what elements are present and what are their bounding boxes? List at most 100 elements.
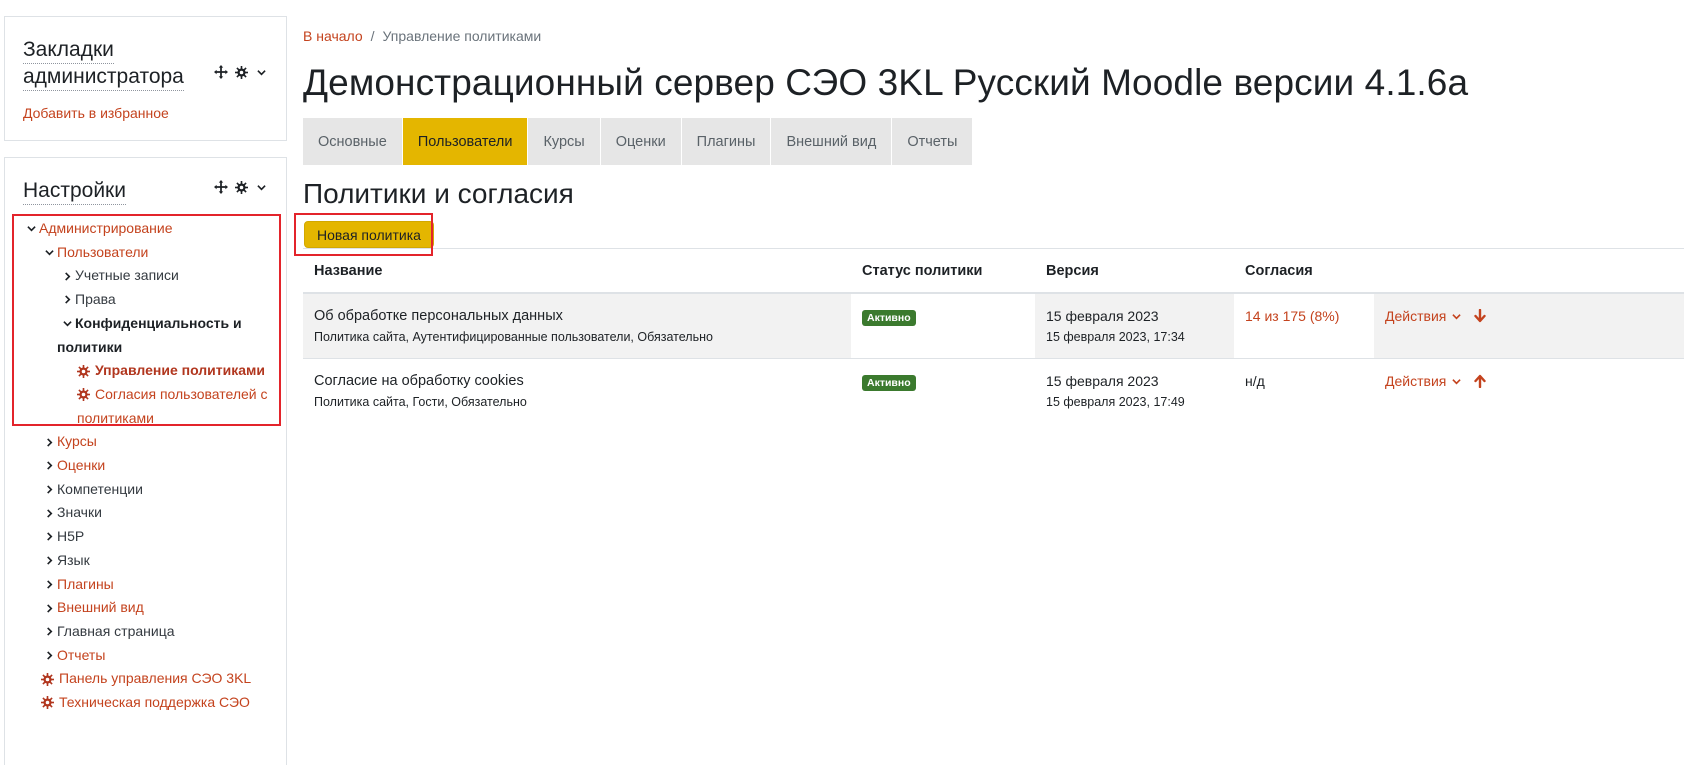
tree-label[interactable]: Компетенции <box>57 478 143 502</box>
version-date: 15 февраля 2023 <box>1046 373 1159 389</box>
chevron-down-icon[interactable] <box>41 241 57 265</box>
gear-icon[interactable] <box>234 65 248 79</box>
tree-item-tech-support[interactable]: Техническая поддержка СЭО <box>23 691 268 715</box>
chevron-down-icon[interactable] <box>59 312 75 336</box>
policy-version-cell: 15 февраля 2023 15 февраля 2023, 17:34 <box>1035 294 1234 358</box>
actions-label[interactable]: Действия <box>1385 308 1446 324</box>
chevron-down-icon[interactable] <box>254 65 268 79</box>
chevron-right-icon[interactable] <box>59 264 75 288</box>
policy-name-cell: Об обработке персональных данных Политик… <box>303 294 851 358</box>
tab-reports[interactable]: Отчеты <box>892 118 974 165</box>
chevron-down-icon[interactable] <box>23 217 39 241</box>
chevron-right-icon[interactable] <box>41 525 57 549</box>
chevron-right-icon[interactable] <box>41 454 57 478</box>
actions-menu[interactable]: Действия <box>1385 373 1673 389</box>
tab-general[interactable]: Основные <box>303 118 403 165</box>
tab-grades[interactable]: Оценки <box>600 118 682 165</box>
tree-label[interactable]: Язык <box>57 549 90 573</box>
tree-item-users[interactable]: Пользователи <box>23 241 268 265</box>
chevron-right-icon[interactable] <box>41 596 57 620</box>
tree-label[interactable]: Учетные записи <box>75 264 179 288</box>
arrow-up-icon[interactable] <box>1473 374 1487 388</box>
tree-item-rights[interactable]: Права <box>23 288 268 312</box>
version-timestamp: 15 февраля 2023, 17:34 <box>1046 330 1185 344</box>
tree-label[interactable]: H5P <box>57 525 84 549</box>
version-date: 15 февраля 2023 <box>1046 308 1159 324</box>
chevron-down-icon[interactable] <box>1452 312 1462 321</box>
tree-item-competencies[interactable]: Компетенции <box>23 478 268 502</box>
gear-icon <box>77 359 95 383</box>
tree-label[interactable]: Отчеты <box>57 644 105 668</box>
breadcrumb-home-link[interactable]: В начало <box>303 28 363 44</box>
chevron-down-icon[interactable] <box>254 180 268 194</box>
tree-item-courses[interactable]: Курсы <box>23 430 268 454</box>
tree-label[interactable]: Главная страница <box>57 620 175 644</box>
tree-label[interactable]: Пользователи <box>57 241 148 265</box>
move-icon[interactable] <box>214 180 228 194</box>
tree-item-plugins[interactable]: Плагины <box>23 573 268 597</box>
tree-item-manage-policies[interactable]: Управление политиками <box>23 359 268 383</box>
consents-value: н/д <box>1245 373 1265 389</box>
tree-label[interactable]: Значки <box>57 501 102 525</box>
tree-label-cont[interactable]: политиками <box>77 407 268 431</box>
new-policy-button[interactable]: Новая политика <box>304 221 434 248</box>
tree-label[interactable]: Плагины <box>57 573 114 597</box>
tab-users[interactable]: Пользователи <box>402 118 529 165</box>
policy-consents-cell: 14 из 175 (8%) <box>1234 294 1374 358</box>
policy-name: Об обработке персональных данных <box>314 308 563 324</box>
chevron-right-icon[interactable] <box>41 573 57 597</box>
chevron-right-icon[interactable] <box>59 288 75 312</box>
gear-icon[interactable] <box>234 180 248 194</box>
move-icon[interactable] <box>214 65 228 79</box>
tree-label[interactable]: Панель управления СЭО 3KL <box>59 667 251 691</box>
tree-item-badges[interactable]: Значки <box>23 501 268 525</box>
tree-item-privacy[interactable]: Конфиденциальность и политики <box>23 312 268 359</box>
chevron-right-icon[interactable] <box>41 549 57 573</box>
gear-icon <box>77 383 95 407</box>
policy-status-cell: Активно <box>851 359 1035 424</box>
chevron-right-icon[interactable] <box>41 620 57 644</box>
status-badge: Активно <box>862 375 916 391</box>
policy-name-cell: Согласие на обработку cookies Политика с… <box>303 359 851 424</box>
actions-label[interactable]: Действия <box>1385 373 1446 389</box>
column-header-consents: Согласия <box>1245 262 1313 279</box>
chevron-right-icon[interactable] <box>41 501 57 525</box>
chevron-right-icon[interactable] <box>41 430 57 454</box>
tree-label[interactable]: Конфиденциальность и <box>75 312 242 336</box>
tab-plugins[interactable]: Плагины <box>681 118 772 165</box>
add-to-bookmarks-link[interactable]: Добавить в избранное <box>23 105 268 121</box>
tree-item-reports[interactable]: Отчеты <box>23 644 268 668</box>
tree-item-accounts[interactable]: Учетные записи <box>23 264 268 288</box>
tree-label[interactable]: Техническая поддержка СЭО <box>59 691 250 715</box>
tree-label[interactable]: Администрирование <box>39 217 173 241</box>
consents-link[interactable]: 14 из 175 (8%) <box>1245 308 1339 324</box>
arrow-down-icon[interactable] <box>1473 309 1487 323</box>
admin-bookmarks-title: Закладки администратора <box>23 37 268 91</box>
tree-label[interactable]: Права <box>75 288 116 312</box>
breadcrumb-current: Управление политиками <box>382 28 542 44</box>
tree-item-control-panel[interactable]: Панель управления СЭО 3KL <box>23 667 268 691</box>
tree-item-h5p[interactable]: H5P <box>23 525 268 549</box>
policies-table: Название Статус политики Версия Согласия… <box>303 248 1684 424</box>
tree-label[interactable]: Согласия пользователей с <box>95 383 268 407</box>
gear-icon <box>41 691 59 715</box>
tree-item-admin[interactable]: Администрирование <box>23 217 268 241</box>
tree-label[interactable]: Управление политиками <box>95 359 265 383</box>
tree-label[interactable]: Внешний вид <box>57 596 144 620</box>
bookmarks-block-controls <box>214 65 268 79</box>
tab-appearance[interactable]: Внешний вид <box>771 118 893 165</box>
tree-item-appearance[interactable]: Внешний вид <box>23 596 268 620</box>
chevron-right-icon[interactable] <box>41 478 57 502</box>
tree-label[interactable]: Курсы <box>57 430 97 454</box>
tree-item-front-page[interactable]: Главная страница <box>23 620 268 644</box>
actions-menu[interactable]: Действия <box>1385 308 1673 324</box>
tree-item-language[interactable]: Язык <box>23 549 268 573</box>
tree-label[interactable]: Оценки <box>57 454 105 478</box>
chevron-right-icon[interactable] <box>41 644 57 668</box>
column-header-version: Версия <box>1046 262 1099 279</box>
tree-item-grades[interactable]: Оценки <box>23 454 268 478</box>
status-badge: Активно <box>862 310 916 326</box>
chevron-down-icon[interactable] <box>1452 377 1462 386</box>
tab-courses[interactable]: Курсы <box>528 118 601 165</box>
tree-item-user-consents[interactable]: Согласия пользователей с политиками <box>23 383 268 430</box>
